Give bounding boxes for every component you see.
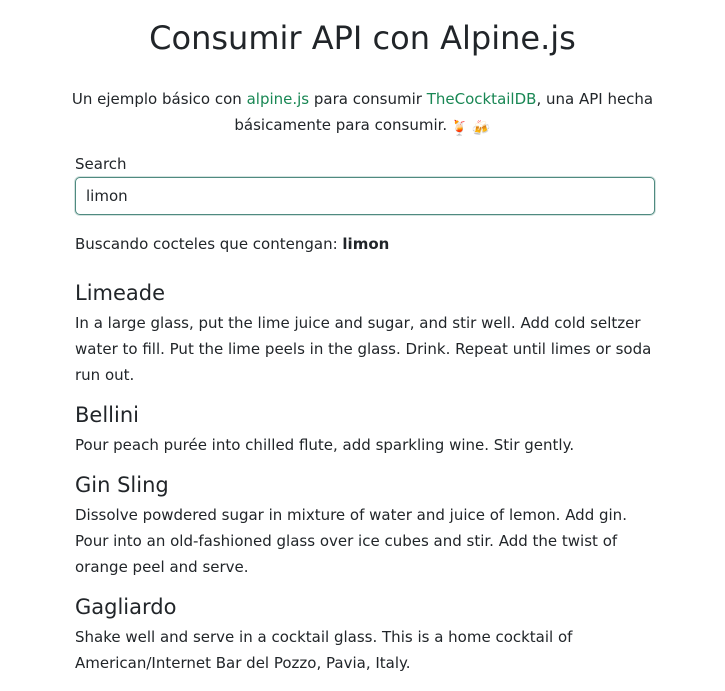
search-input[interactable]	[75, 177, 655, 215]
search-status-prefix: Buscando cocteles que contengan:	[75, 235, 343, 253]
cocktail-name: Gin Sling	[75, 473, 169, 497]
search-status-term: limon	[342, 235, 390, 253]
cocktail-item: Gagliardo Shake well and serve in a cockt…	[75, 594, 655, 676]
page-title: Consumir API con Alpine.js	[149, 19, 576, 57]
beer-mugs-icon: 🍻	[471, 119, 491, 137]
search-status: Buscando cocteles que contengan: limon	[75, 235, 389, 253]
intro-text-middle: para consumir	[309, 90, 427, 108]
cocktail-instructions: Pour peach purée into chilled flute, add…	[75, 436, 575, 454]
search-label: Search	[75, 155, 127, 173]
cocktail-instructions: Dissolve powdered sugar in mixture of wa…	[75, 506, 627, 576]
intro-text-start: Un ejemplo básico con	[71, 90, 247, 108]
cocktail-item: Bellini Pour peach purée into chilled flu…	[75, 402, 655, 458]
cocktail-instructions: In a large glass, put the lime juice and…	[75, 314, 652, 384]
cocktail-item: Gin Sling Dissolve powdered sugar in mixt…	[75, 472, 655, 580]
cocktail-name: Limeade	[75, 281, 166, 305]
intro-text: Un ejemplo básico con alpine.js para con…	[60, 86, 665, 141]
cocktail-instructions: Shake well and serve in a cocktail glass…	[75, 628, 573, 672]
tropical-drink-icon: 🍹	[450, 119, 469, 137]
cocktail-name: Bellini	[75, 403, 139, 427]
results-list: Limeade In a large glass, put the lime ju…	[75, 280, 655, 690]
cocktail-item: Limeade In a large glass, put the lime ju…	[75, 280, 655, 388]
cocktail-name: Gagliardo	[75, 595, 177, 619]
alpinejs-link[interactable]: alpine.js	[247, 90, 310, 108]
thecocktaildb-link[interactable]: TheCocktailDB	[427, 90, 537, 108]
